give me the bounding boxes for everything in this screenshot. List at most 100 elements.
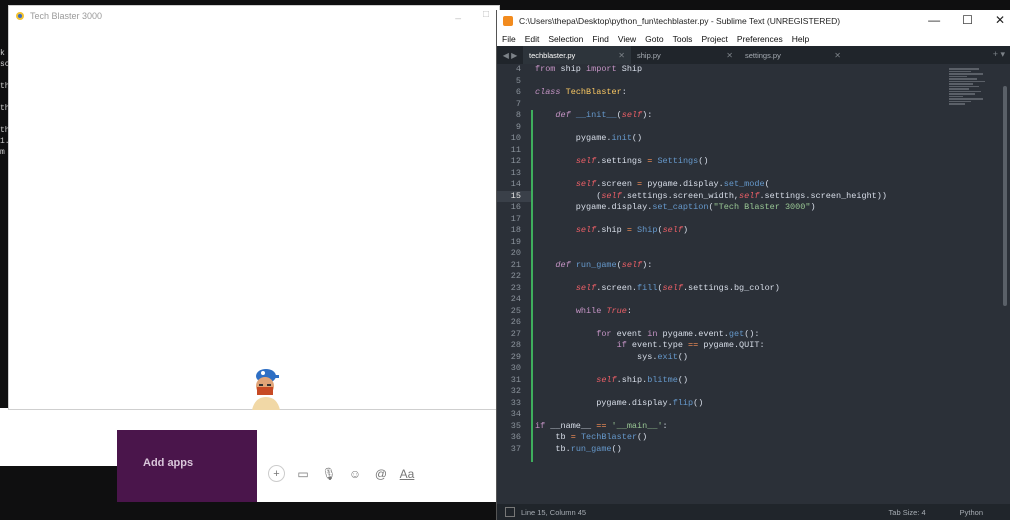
code-line: for event in pygame.event.get(): xyxy=(596,328,760,339)
panel-toggle-icon[interactable] xyxy=(505,507,515,517)
line-number: 10 xyxy=(510,133,521,143)
code-line: while True: xyxy=(575,305,632,316)
tab-label: settings.py xyxy=(745,50,781,60)
maximize-button[interactable]: ☐ xyxy=(962,13,973,27)
video-icon[interactable]: ▭ xyxy=(295,466,311,482)
line-number: 4 xyxy=(515,64,521,74)
code-line: self.screen.fill(self.settings.bg_color) xyxy=(575,282,780,293)
line-number: 14 xyxy=(510,179,521,189)
tab-settings[interactable]: settings.py ✕ xyxy=(739,46,847,64)
line-number: 31 xyxy=(510,374,521,385)
sublime-logo-icon xyxy=(503,16,513,26)
line-number: 11 xyxy=(510,144,521,155)
code-line: def run_game(self): xyxy=(555,259,653,270)
code-line: from ship import Ship xyxy=(535,64,643,74)
minimize-button[interactable]: _ xyxy=(455,9,461,20)
menu-bar: File Edit Selection Find View Goto Tools… xyxy=(497,32,1010,46)
tab-size-indicator[interactable]: Tab Size: 4 xyxy=(889,508,926,517)
code-line: class TechBlaster: xyxy=(535,87,627,97)
line-number: 22 xyxy=(510,271,521,281)
menu-project[interactable]: Project xyxy=(701,34,727,44)
code-line: tb.run_game() xyxy=(535,443,622,454)
mention-icon[interactable]: @ xyxy=(373,466,389,482)
line-number: 5 xyxy=(515,75,521,86)
git-modified-marker xyxy=(531,110,533,462)
line-number: 16 xyxy=(510,202,521,212)
close-icon[interactable]: ✕ xyxy=(834,51,841,60)
line-number: 21 xyxy=(510,259,521,270)
code-area[interactable]: from ship import Ship class TechBlaster:… xyxy=(535,64,945,455)
menu-preferences[interactable]: Preferences xyxy=(737,34,783,44)
code-line: self.ship.blitme() xyxy=(596,374,689,385)
code-line: if __name__ == '__main__': xyxy=(535,420,668,431)
line-number: 8 xyxy=(515,110,521,120)
terminal-fragment: k sc th th th 1. m xyxy=(0,49,10,157)
line-number: 24 xyxy=(510,294,521,304)
line-number: 29 xyxy=(510,351,521,362)
syntax-indicator[interactable]: Python xyxy=(960,508,983,517)
line-number: 28 xyxy=(510,340,521,350)
menu-help[interactable]: Help xyxy=(792,34,809,44)
plus-icon[interactable]: + xyxy=(268,465,285,482)
tab-ship[interactable]: ship.py ✕ xyxy=(631,46,739,64)
emoji-icon[interactable]: ☺ xyxy=(347,466,363,482)
slack-composer-toolbar: + ▭ 🎙 ☺ @ Aa xyxy=(268,465,415,482)
line-number: 25 xyxy=(510,305,521,316)
format-icon[interactable]: Aa xyxy=(399,466,415,482)
menu-selection[interactable]: Selection xyxy=(548,34,583,44)
menu-goto[interactable]: Goto xyxy=(645,34,663,44)
menu-tools[interactable]: Tools xyxy=(673,34,693,44)
menu-file[interactable]: File xyxy=(502,34,516,44)
line-number: 27 xyxy=(510,328,521,339)
pygame-titlebar[interactable]: Tech Blaster 3000 xyxy=(9,6,499,26)
code-line-current: (self.settings.screen_width,self.setting… xyxy=(535,190,887,201)
line-number: 36 xyxy=(510,432,521,442)
line-number: 33 xyxy=(510,397,521,408)
close-icon[interactable]: ✕ xyxy=(618,51,625,60)
close-icon[interactable]: ✕ xyxy=(726,51,733,60)
new-tab-dropdown[interactable]: + ▾ xyxy=(993,49,1005,60)
vertical-scrollbar[interactable] xyxy=(1003,86,1007,306)
line-number: 26 xyxy=(510,317,521,327)
sublime-text-window[interactable]: C:\Users\thepa\Desktop\python_fun\techbl… xyxy=(496,10,1010,520)
pygame-window-title: Tech Blaster 3000 xyxy=(30,11,103,21)
menu-view[interactable]: View xyxy=(618,34,636,44)
code-line: self.screen = pygame.display.set_mode( xyxy=(575,179,770,189)
maximize-button[interactable]: □ xyxy=(483,9,489,20)
code-line: pygame.display.flip() xyxy=(535,397,704,408)
line-number: 20 xyxy=(510,248,521,258)
tab-nav-arrows-icon[interactable]: ◀ ▶ xyxy=(497,51,523,60)
menu-edit[interactable]: Edit xyxy=(525,34,540,44)
slack-add-apps[interactable]: Add apps xyxy=(143,457,193,469)
code-line: if event.type == pygame.QUIT: xyxy=(616,340,765,350)
pygame-window[interactable]: Tech Blaster 3000 _ □ xyxy=(8,5,500,410)
line-number: 6 xyxy=(515,87,521,97)
minimize-button[interactable]: — xyxy=(928,13,940,27)
line-number: 34 xyxy=(510,409,521,419)
tab-techblaster[interactable]: techblaster.py ✕ xyxy=(523,46,631,64)
minimap[interactable] xyxy=(949,68,987,128)
close-button[interactable]: ✕ xyxy=(995,13,1005,27)
line-number-gutter: 4 5 6 7 8 9 10 11 12 13 14 15 16 17 18 19 20 21 22 23 24 25 26… xyxy=(497,64,533,504)
menu-find[interactable]: Find xyxy=(592,34,609,44)
line-number: 32 xyxy=(510,386,521,396)
mic-icon[interactable]: 🎙 xyxy=(321,466,337,482)
tab-bar: ◀ ▶ techblaster.py ✕ ship.py ✕ settings.… xyxy=(497,46,1010,64)
status-bar: Line 15, Column 45 Tab Size: 4 Python xyxy=(497,504,1010,520)
code-editor[interactable]: 4 5 6 7 8 9 10 11 12 13 14 15 16 17 18 19 20 21 22 23 24 25 26… xyxy=(497,64,1010,504)
tab-label: ship.py xyxy=(637,50,661,60)
code-line: self.settings = Settings() xyxy=(575,156,709,166)
line-number: 23 xyxy=(510,282,521,293)
